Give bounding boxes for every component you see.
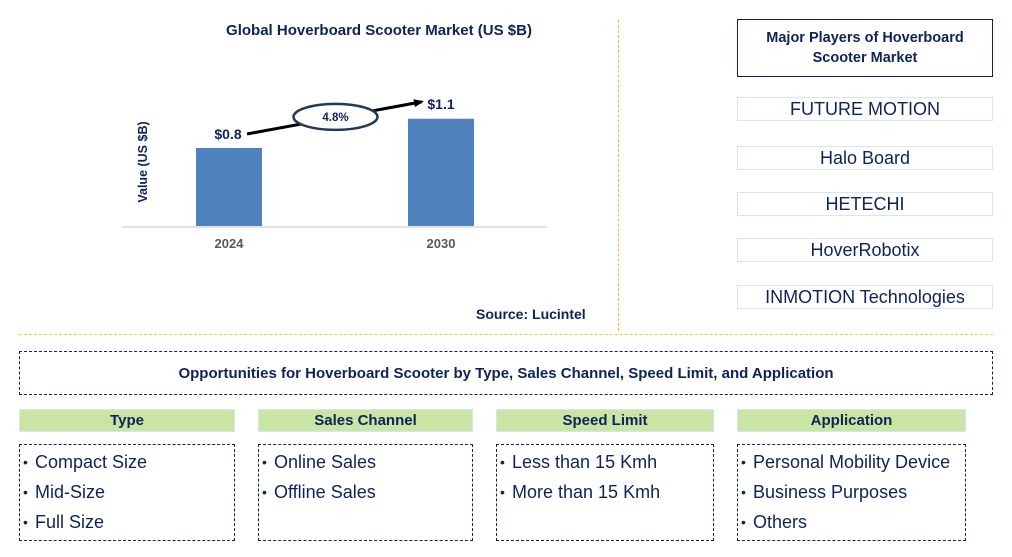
category-list-type: • Compact Size • Mid-Size • Full Size	[19, 444, 235, 541]
vertical-divider	[618, 20, 619, 331]
player-item: FUTURE MOTION	[737, 97, 993, 121]
category-list-sales-channel: • Online Sales • Offline Sales	[258, 444, 473, 541]
bar-2030	[408, 118, 474, 226]
category-header-application: Application	[737, 409, 966, 432]
data-label: $0.8	[214, 126, 241, 142]
category-header-speed-limit: Speed Limit	[496, 409, 714, 432]
category-list-application: • Personal Mobility Device • Business Purp…	[737, 444, 966, 541]
opportunities-title: Opportunities for Hoverboard Scooter by …	[19, 351, 993, 395]
x-tick-label: 2030	[427, 236, 456, 251]
bar-2024	[196, 148, 262, 226]
major-players-title: Major Players of Hoverboard Scooter Mark…	[737, 19, 993, 77]
bullet-icon: •	[500, 484, 505, 500]
bullet-icon: •	[23, 514, 28, 530]
bullet-icon: •	[23, 484, 28, 500]
list-item: • Personal Mobility Device	[741, 447, 965, 477]
bullet-icon: •	[262, 484, 267, 500]
bullet-icon: •	[262, 454, 267, 470]
y-axis-label: Value (US $B)	[136, 121, 150, 202]
source-label: Source: Lucintel	[476, 306, 586, 322]
bullet-icon: •	[741, 514, 746, 530]
list-item: • More than 15 Kmh	[500, 477, 713, 507]
player-item: HETECHI	[737, 192, 993, 216]
list-item: • Less than 15 Kmh	[500, 447, 713, 477]
player-item: Halo Board	[737, 146, 993, 170]
player-item: HoverRobotix	[737, 238, 993, 262]
list-item: • Compact Size	[23, 447, 234, 477]
list-item: • Others	[741, 507, 965, 537]
category-header-type: Type	[19, 409, 235, 432]
list-item: • Mid-Size	[23, 477, 234, 507]
cagr-label: 4.8%	[322, 112, 348, 124]
category-list-speed-limit: • Less than 15 Kmh • More than 15 Kmh	[496, 444, 714, 541]
bullet-icon: •	[741, 454, 746, 470]
list-item: • Online Sales	[262, 447, 472, 477]
category-header-sales-channel: Sales Channel	[258, 409, 473, 432]
player-item: INMOTION Technologies	[737, 285, 993, 309]
list-item: • Offline Sales	[262, 477, 472, 507]
bullet-icon: •	[500, 454, 505, 470]
horizontal-divider	[19, 334, 993, 335]
bar-chart: Value (US $B) 2024 2030 $0.8 $1.1 4.8%	[122, 96, 547, 251]
bullet-icon: •	[23, 454, 28, 470]
data-label: $1.1	[427, 96, 454, 112]
list-item: • Business Purposes	[741, 477, 965, 507]
bullet-icon: •	[741, 484, 746, 500]
x-tick-label: 2024	[215, 236, 245, 251]
list-item: • Full Size	[23, 507, 234, 537]
